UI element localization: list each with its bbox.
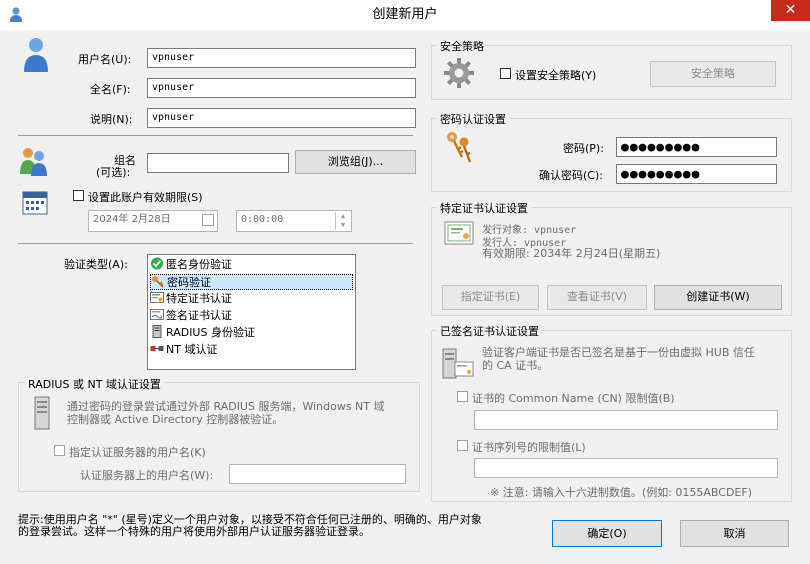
list-item[interactable]: 签名证书认证 (150, 308, 353, 324)
hint-line2: 的登录尝试。这样一个特殊的用户将使用外部用户认证服务器验证登录。 (18, 525, 370, 538)
server-icon (34, 396, 50, 430)
confirm-password-field[interactable]: ●●●●●●●●● (616, 164, 777, 184)
username-field[interactable]: vpnuser (147, 48, 416, 68)
expiry-checkbox-label: 设置此账户有效期限(S) (88, 191, 203, 204)
specify-server-user-label: 指定认证服务器的用户名(K) (69, 446, 206, 459)
certificate-icon (444, 220, 474, 246)
browse-group-button[interactable]: 浏览组(J)... (295, 150, 416, 174)
password-settings-title: 密码认证设置 (437, 111, 509, 127)
signed-certificate-title: 已签名证书认证设置 (437, 323, 542, 339)
view-certificate-button[interactable]: 查看证书(V) (547, 285, 647, 310)
server-certificate-icon (441, 348, 475, 380)
expiry-time-field[interactable]: 0:00:00 ▲ ▼ (236, 210, 352, 232)
list-item[interactable]: RADIUS 身份验证 (150, 325, 353, 341)
close-button[interactable]: ✕ (771, 0, 810, 21)
serial-limit-label: 证书序列号的限制值(L) (472, 441, 586, 454)
serial-limit-field[interactable] (474, 458, 778, 478)
description-field[interactable]: vpnuser (147, 108, 416, 128)
cn-limit-label: 证书的 Common Name (CN) 限制值(B) (472, 392, 675, 405)
fullname-field[interactable]: vpnuser (147, 78, 416, 98)
list-item[interactable]: 密码验证 (150, 274, 353, 290)
calendar-icon (20, 188, 50, 216)
expiry-date-picker[interactable]: 2024年 2月28日 (88, 210, 218, 232)
auth-type-label: 验证类型(A): (64, 258, 128, 271)
username-label: 用户名(U): (78, 53, 132, 66)
auth-item-label: RADIUS 身份验证 (166, 326, 255, 339)
window-title: 创建新用户 (372, 7, 438, 22)
create-certificate-button[interactable]: 创建证书(W) (654, 285, 782, 310)
group-icon (18, 146, 50, 176)
auth-item-label: NT 域认证 (166, 343, 218, 356)
cert-expiry: 有效期限: 2034年 2月24日(星期五) (482, 247, 661, 260)
gear-icon (443, 57, 475, 89)
description-label: 说明(N): (90, 113, 133, 126)
specify-server-user-checkbox[interactable] (54, 445, 65, 456)
serial-note: ※ 注意: 请输入十六进制数值。(例如: 0155ABCDEF) (490, 486, 753, 499)
confirm-password-label: 确认密码(C): (539, 169, 603, 182)
network-icon (150, 342, 164, 354)
calendar-dropdown-icon[interactable] (202, 214, 214, 226)
signed-cert-description-line2: 的 CA 证书。 (482, 359, 549, 372)
cn-limit-field[interactable] (474, 410, 778, 430)
expiry-date-value: 2024年 2月28日 (93, 214, 171, 225)
expiry-checkbox[interactable] (73, 190, 84, 201)
server-username-field[interactable] (229, 464, 406, 484)
check-circle-icon (150, 257, 164, 270)
password-field[interactable]: ●●●●●●●●● (616, 137, 777, 157)
auth-item-label: 特定证书认证 (166, 292, 232, 305)
cancel-button[interactable]: 取消 (680, 520, 789, 547)
separator (18, 243, 413, 244)
certificate-settings-title: 特定证书认证设置 (437, 200, 531, 216)
radius-group-title: RADIUS 或 NT 域认证设置 (25, 376, 164, 392)
security-policy-checkbox[interactable] (500, 68, 511, 79)
signed-certificate-icon (150, 308, 164, 320)
server-icon (150, 325, 164, 338)
fullname-label: 全名(F): (90, 83, 131, 96)
list-item[interactable]: NT 域认证 (150, 342, 353, 358)
specify-certificate-button[interactable]: 指定证书(E) (442, 285, 539, 310)
certificate-icon (150, 291, 164, 303)
password-label: 密码(P): (563, 142, 604, 155)
auth-item-label: 匿名身份验证 (166, 258, 232, 271)
radius-description-line2: 控制器或 Active Directory 控制器被验证。 (67, 413, 284, 426)
user-icon (22, 36, 50, 72)
security-policy-title: 安全策略 (437, 38, 487, 54)
security-policy-checkbox-label: 设置安全策略(Y) (515, 69, 597, 82)
ok-button[interactable]: 确定(O) (552, 520, 662, 547)
auth-type-list[interactable]: 匿名身份验证 密码验证 特定证书认证 签名证书认证 RADIUS 身份验证 NT… (147, 254, 356, 370)
list-item[interactable]: 特定证书认证 (150, 291, 353, 307)
separator (18, 135, 413, 136)
time-spinner-icon[interactable]: ▲ ▼ (335, 212, 350, 230)
auth-item-label: 密码验证 (167, 276, 211, 289)
cn-limit-checkbox[interactable] (457, 391, 468, 402)
group-name-field[interactable] (147, 153, 289, 173)
auth-item-label: 签名证书认证 (166, 309, 232, 322)
expiry-time-value: 0:00:00 (241, 214, 284, 225)
group-label-line2: (可选): (96, 166, 131, 179)
server-username-label: 认证服务器上的用户名(W): (80, 469, 214, 482)
list-item[interactable]: 匿名身份验证 (150, 257, 353, 273)
security-policy-button[interactable]: 安全策略 (650, 61, 776, 87)
key-icon (151, 275, 165, 288)
keys-icon (444, 130, 474, 166)
serial-limit-checkbox[interactable] (457, 440, 468, 451)
